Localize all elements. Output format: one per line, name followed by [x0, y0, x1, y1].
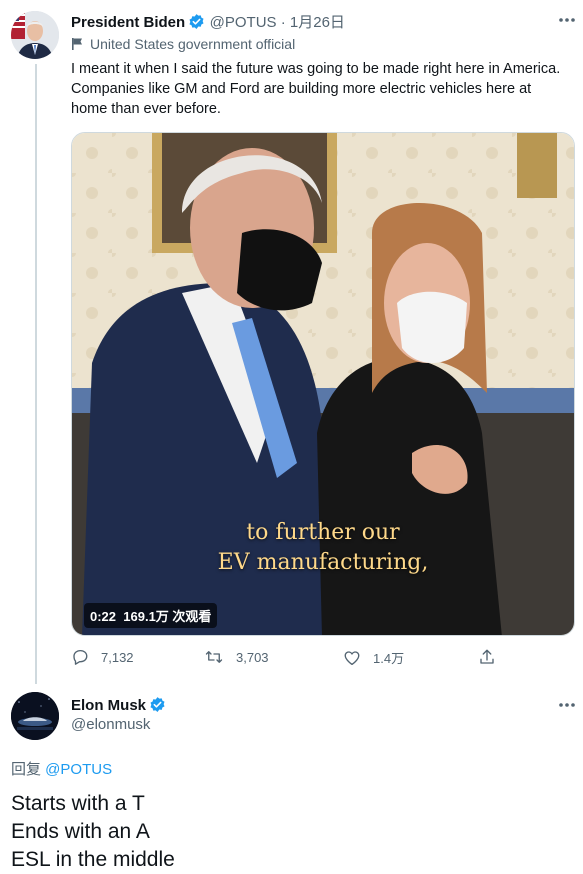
tweet2-more-button[interactable]	[552, 697, 582, 713]
tweet1-video[interactable]: to further our EV manufacturing, 0:22 16…	[71, 132, 575, 636]
tweet1-handle[interactable]: @POTUS	[210, 14, 277, 31]
caption-line-1: to further our	[246, 520, 400, 545]
account-label: United States government official	[71, 36, 295, 52]
like-count: 1.4万	[373, 651, 405, 666]
share-icon	[480, 649, 494, 664]
reply-prefix: 回复	[11, 761, 46, 778]
reply-to-link[interactable]: @POTUS	[45, 761, 112, 778]
caption-line-2: EV manufacturing,	[217, 550, 429, 575]
like-button[interactable]: 1.4万	[343, 648, 404, 667]
video-duration: 0:22	[90, 609, 117, 624]
tweet2-handle[interactable]: @elonmusk	[71, 716, 150, 733]
avatar-elon-musk[interactable]	[11, 692, 59, 740]
video-views: 169.1万 次观看	[123, 609, 212, 624]
heart-icon	[344, 650, 360, 665]
reply-context: 回复 @POTUS	[11, 758, 112, 779]
avatar-president-biden[interactable]	[11, 11, 59, 59]
verified-badge-icon	[149, 696, 166, 718]
flag-icon	[72, 38, 82, 50]
tweet1-actions: 7,132 3,703 1.4万	[71, 648, 501, 670]
retweet-icon	[205, 651, 223, 663]
tweet1-text: I meant it when I said the future was go…	[71, 61, 561, 117]
tweet2-line-1: Starts with a T	[11, 792, 145, 815]
thread-connector-line	[35, 64, 37, 684]
tweet2-line-3: ESL in the middle	[11, 848, 175, 871]
reply-button[interactable]: 7,132	[71, 648, 134, 666]
tweet2-text: Starts with a T Ends with an A ESL in th…	[11, 790, 175, 874]
tweet2-line-2: Ends with an A	[11, 820, 150, 843]
account-label-text: United States government official	[90, 36, 296, 52]
tweet1-author-name[interactable]: President Biden	[71, 14, 185, 31]
video-stats-badge: 0:22 169.1万 次观看	[84, 603, 218, 628]
share-button[interactable]	[478, 648, 508, 666]
tweet1-header: President Biden @POTUS · 1月26日	[71, 11, 345, 35]
more-horizontal-icon	[559, 703, 575, 707]
reply-count: 7,132	[101, 649, 134, 665]
tweet2-header: Elon Musk	[71, 696, 166, 718]
tweet2-author-name[interactable]: Elon Musk	[71, 697, 146, 714]
tweet1-date[interactable]: 1月26日	[290, 14, 345, 31]
more-horizontal-icon	[559, 18, 575, 22]
verified-badge-icon	[188, 13, 205, 35]
video-caption: to further our EV manufacturing,	[72, 518, 574, 578]
tweet1-more-button[interactable]	[552, 12, 582, 28]
retweet-button[interactable]: 3,703	[204, 648, 269, 666]
tweet1-separator: ·	[276, 14, 290, 31]
retweet-count: 3,703	[236, 649, 269, 665]
reply-icon	[73, 649, 88, 665]
